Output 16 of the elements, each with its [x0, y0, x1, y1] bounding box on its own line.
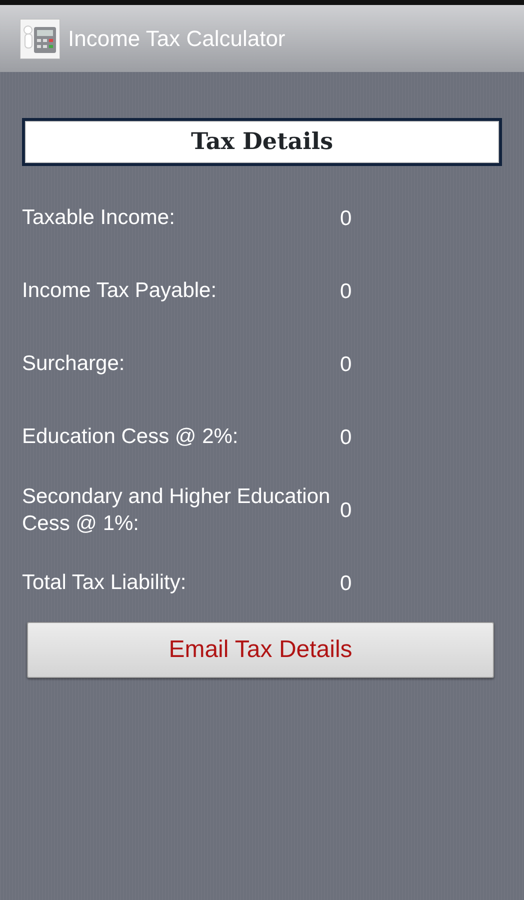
field-value: 0	[340, 278, 352, 305]
calculator-icon	[20, 18, 60, 58]
app-title: Income Tax Calculator	[68, 25, 286, 53]
email-button[interactable]: Email Tax Details	[27, 622, 494, 678]
field-value: 0	[340, 206, 352, 232]
field-value: 0	[340, 424, 352, 451]
field-label: Total Tax Liability:	[22, 570, 188, 596]
field-label: Surcharge:	[22, 351, 126, 378]
field-value: 0	[340, 352, 352, 378]
field-value: 0	[340, 570, 352, 597]
section-heading: Tax Details	[22, 118, 502, 166]
field-value: 0	[340, 498, 352, 524]
field-label: Income Tax Payable:	[22, 278, 218, 304]
field-label: Taxable Income:	[22, 205, 176, 232]
field-label: Secondary and Higher Education Cess @ 1%:	[22, 484, 332, 536]
field-label: Education Cess @ 2%:	[22, 424, 240, 450]
